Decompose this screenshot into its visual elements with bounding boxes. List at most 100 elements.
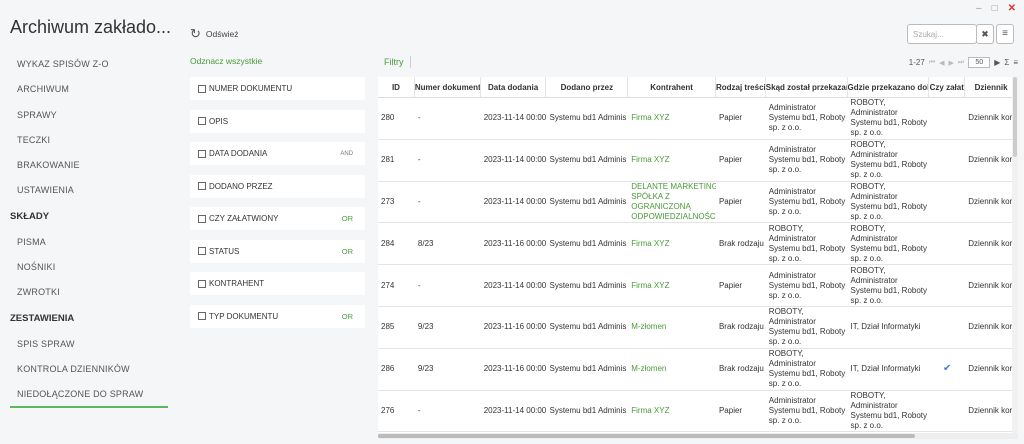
sidebar-item[interactable]: WYKAZ SPISÓW Z-O [0, 52, 178, 77]
app-title: Archiwum zakłado... [10, 17, 172, 37]
filter-panel: NUMER DOKUMENTU OPIS DATA DODANIA AND DODANO… [190, 77, 365, 337]
table-cell: ROBOTY, Administrator Systemu bd1, Robot… [850, 223, 928, 263]
filter-item[interactable]: NUMER DOKUMENTU [190, 77, 365, 100]
documents-grid: ID Numer dokument Data dodania Dodano przez… [378, 77, 1018, 439]
filter-item[interactable]: STATUS OR [190, 239, 365, 263]
table-cell: ROBOTY, Administrator Systemu bd1, Robot… [850, 390, 928, 430]
filter-checkbox[interactable] [198, 247, 206, 255]
maximize-button[interactable]: □ [992, 3, 998, 14]
table-cell: ROBOTY, Administrator Systemu bd1, Robot… [850, 181, 928, 221]
search-input[interactable]: Szukaj... [907, 24, 977, 44]
first-page-icon[interactable]: ⏮ [929, 59, 935, 67]
column-header[interactable]: Dziennik [965, 77, 1018, 97]
clear-search-button[interactable]: ✖ [976, 24, 994, 44]
close-button[interactable]: ✕ [1008, 3, 1016, 14]
pager: 1-27 ⏮ ◀ ▶ ⏭ 50 ▶ Σ ≡ [909, 57, 1018, 68]
page-size-input[interactable]: 50 [968, 57, 991, 68]
filter-operator[interactable]: OR [342, 247, 353, 256]
column-header[interactable]: Czy załat [929, 77, 966, 97]
filter-item[interactable]: DATA DODANIA AND [190, 142, 365, 165]
table-cell: 274 [381, 280, 395, 290]
table-cell: - [417, 196, 421, 206]
horizontal-scrollbar[interactable] [378, 433, 1018, 439]
filter-item[interactable]: TYP DOKUMENTU OR [190, 304, 365, 328]
table-row[interactable]: 280 - 2023-11-14 00:00 Systemu bd1 Adminis F… [378, 98, 1018, 140]
table-row[interactable]: 273 - 2023-11-14 00:00 Systemu bd1 Adminis D… [378, 182, 1018, 224]
table-cell: - [417, 113, 421, 123]
table-cell: Dziennik kores [968, 322, 1018, 332]
column-header[interactable]: Gdzie przekazano dok [848, 77, 930, 97]
table-cell: 8/23 [417, 238, 434, 248]
column-header[interactable]: Rodzaj treści [716, 77, 766, 97]
sidebar-item[interactable]: ZWROTKI [0, 280, 178, 305]
column-header[interactable]: Numer dokument [415, 77, 481, 97]
column-header[interactable]: Data dodania [481, 77, 547, 97]
filters-toggle[interactable]: Filtry [384, 57, 404, 67]
refresh-button[interactable]: ↻ Odśwież [190, 26, 239, 42]
filter-checkbox[interactable] [198, 149, 206, 158]
menu-button[interactable]: ≡ [996, 24, 1014, 44]
filter-checkbox[interactable] [198, 312, 206, 320]
filter-checkbox[interactable] [198, 214, 206, 223]
deselect-all-link[interactable]: Odznacz wszystkie [190, 56, 262, 66]
filter-checkbox[interactable] [198, 84, 206, 93]
filter-operator[interactable]: OR [342, 214, 353, 223]
column-header[interactable]: Skąd został przekazan [766, 77, 848, 97]
sidebar-item[interactable]: NIEDOŁĄCZONE DO SPRAW [10, 382, 168, 408]
table-row[interactable]: 274 - 2023-11-14 00:00 Systemu bd1 Adminis F… [378, 265, 1018, 307]
hamburger-icon: ≡ [1002, 28, 1008, 39]
column-header[interactable]: ID [378, 77, 415, 97]
filter-item[interactable]: DODANO PRZEZ [190, 174, 365, 198]
table-cell: Firma XYZ [631, 113, 670, 123]
sidebar-item[interactable]: KONTROLA DZIENNIKÓW [0, 357, 178, 382]
table-cell [929, 307, 965, 348]
table-row[interactable]: 284 8/23 2023-11-16 00:00 Systemu bd1 Admin… [378, 223, 1018, 266]
next-icon[interactable]: ▶ [994, 58, 1000, 67]
table-cell: Systemu bd1 Adminis [549, 155, 627, 165]
sidebar-item[interactable]: SPIS SPRAW [0, 332, 178, 357]
sidebar-item[interactable]: TECZKI [0, 128, 178, 153]
table-cell: Brak rodzaju t [718, 238, 766, 248]
column-header[interactable]: Dodano przez [546, 77, 629, 97]
table-cell: Dziennik kores [968, 196, 1018, 206]
table-row[interactable]: 281 - 2023-11-14 00:00 Systemu bd1 Adminis F… [378, 140, 1018, 182]
filter-item[interactable]: OPIS [190, 109, 365, 133]
filter-checkbox[interactable] [198, 117, 206, 125]
table-cell: Dziennik kores [968, 238, 1018, 248]
table-cell: Systemu bd1 Adminis [549, 405, 627, 415]
sidebar-item[interactable]: SPRAWY [0, 103, 178, 128]
filter-checkbox[interactable] [198, 279, 206, 288]
table-row[interactable]: 276 - 2023-11-14 00:00 Systemu bd1 Adminis F… [378, 391, 1018, 433]
grid-body: 280-2023-11-14 00:00 Systemu bd1 Adminis F… [378, 98, 1018, 433]
table-cell: 2023-11-14 00:00 [483, 405, 547, 415]
sidebar-item[interactable]: BRAKOWANIE [0, 153, 178, 178]
table-row[interactable]: 285 9/23 2023-11-16 00:00 Systemu bd1 Admin… [378, 307, 1018, 349]
vertical-scrollbar[interactable] [1012, 77, 1018, 439]
prev-page-icon[interactable]: ◀ [939, 59, 944, 67]
filter-operator[interactable]: OR [342, 312, 353, 321]
sidebar-item[interactable]: NOŚNIKI [0, 255, 178, 280]
sidebar-item[interactable]: ARCHIWUM [0, 77, 178, 102]
sum-icon[interactable]: Σ [1004, 58, 1009, 67]
table-cell: Papier [718, 196, 743, 206]
next-page-icon[interactable]: ▶ [949, 59, 954, 67]
minimize-button[interactable]: – [976, 3, 982, 14]
filter-label: CZY ZAŁATWIONY [209, 214, 279, 223]
sidebar-item[interactable]: PISMA [0, 230, 178, 255]
sidebar-item[interactable]: USTAWIENIA [0, 178, 178, 203]
last-page-icon[interactable]: ⏭ [958, 59, 964, 67]
table-cell [929, 265, 965, 306]
table-cell: Systemu bd1 Adminis [549, 322, 627, 332]
table-cell: ROBOTY, Administrator Systemu bd1, Robot… [850, 98, 928, 138]
table-cell: - [417, 155, 421, 165]
filter-item[interactable]: CZY ZAŁATWIONY OR [190, 207, 365, 230]
sidebar-section: SKŁADY [10, 210, 50, 222]
filter-item[interactable]: KONTRAHENT [190, 272, 365, 295]
table-cell: Administrator Systemu bd1, Roboty sp. z … [768, 145, 846, 175]
columns-menu-icon[interactable]: ≡ [1013, 58, 1018, 67]
table-cell: Administrator Systemu bd1, Roboty sp. z … [768, 186, 846, 216]
table-row[interactable]: 286 9/23 2023-11-16 00:00 Systemu bd1 Admin… [378, 349, 1018, 391]
column-header[interactable]: Kontrahent [628, 77, 716, 97]
filter-operator[interactable]: AND [340, 151, 353, 157]
filter-checkbox[interactable] [198, 182, 206, 190]
